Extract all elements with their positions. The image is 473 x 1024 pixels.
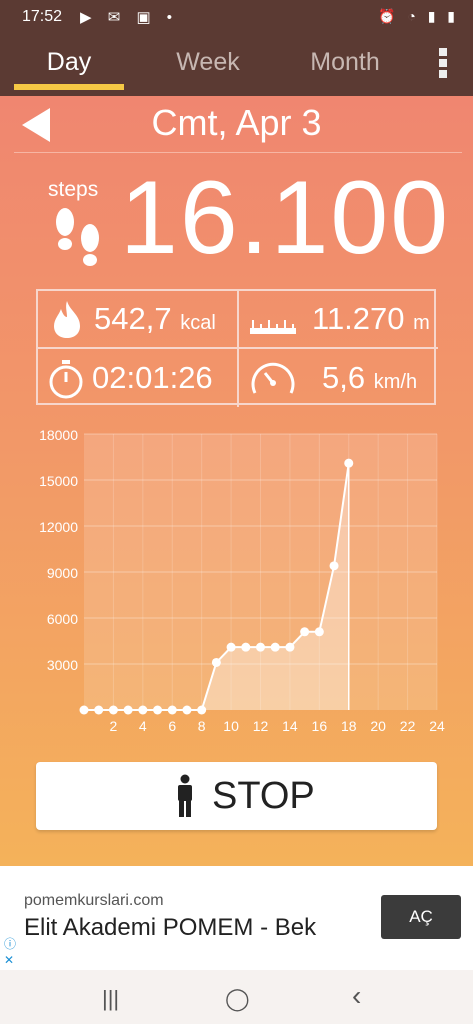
ad-open-button[interactable]: AÇ (381, 895, 461, 939)
x-tick-label: 8 (198, 718, 206, 734)
speed-unit: km/h (373, 371, 418, 393)
x-tick-label: 12 (253, 718, 269, 734)
calories-unit: kcal (180, 312, 216, 334)
distance-value: 11.270 (312, 301, 405, 336)
data-point (314, 627, 324, 637)
duration-value: 02:01:26 (92, 360, 213, 395)
status-bar: 17:52 ▶ ✉ ▣ • ⏰ ◔ ▮ ▮ (0, 0, 473, 36)
x-tick-label: 18 (341, 718, 357, 734)
overflow-menu-icon[interactable] (436, 48, 450, 82)
notification-icons: ▶ ✉ ▣ • (80, 9, 179, 26)
y-tick-label: 6000 (47, 611, 78, 627)
data-point (167, 705, 177, 715)
stopwatch-icon (49, 360, 83, 399)
data-point (270, 642, 280, 652)
data-point (211, 657, 221, 667)
data-point (256, 642, 265, 652)
steps-chart-svg: 3000600090001200015000180002 4 6 8 10 12 14 16 1… (39, 427, 445, 734)
data-point (344, 458, 354, 468)
y-tick-label: 9000 (47, 565, 78, 581)
ad-choices-icon[interactable]: ⓘ ✕ (4, 936, 16, 968)
x-tick-label: 2 (110, 718, 118, 734)
data-point (182, 705, 192, 715)
calories-stat: 542,7 kcal (94, 301, 216, 337)
ad-title[interactable]: Elit Akademi POMEM - Bek (24, 914, 316, 942)
flame-icon (54, 301, 80, 338)
x-tick-label: 20 (370, 718, 386, 734)
ad-domain: pomemkurslari.com (24, 892, 164, 909)
speed-stat: 5,6 km/h (322, 360, 417, 396)
system-icons: ⏰ ◔ ▮ ▮ (378, 8, 459, 24)
stop-button-label: STOP (212, 775, 315, 817)
data-point (285, 642, 295, 652)
data-point (197, 705, 207, 715)
tab-week[interactable]: Week (150, 36, 266, 96)
ruler-icon (250, 320, 296, 334)
x-tick-label: 24 (429, 718, 445, 734)
status-time: 17:52 (22, 8, 63, 25)
speed-value: 5,6 (322, 360, 366, 395)
footprints-icon (56, 208, 99, 266)
walking-person-icon (178, 774, 192, 817)
calories-value: 542,7 (94, 301, 172, 336)
distance-stat: 11.270 m (312, 301, 430, 337)
date-title: Cmt, Apr 3 (151, 102, 322, 143)
speedometer-icon (251, 362, 295, 394)
active-tab-indicator (14, 84, 124, 90)
data-point (300, 627, 310, 637)
data-point (79, 705, 89, 715)
main-panel: Cmt, Apr 3 steps 16.100 542,7 kcal 11.27… (0, 96, 473, 866)
y-tick-label: 12000 (39, 519, 78, 535)
y-tick-label: 15000 (39, 473, 78, 489)
x-tick-label: 10 (223, 718, 239, 734)
ad-banner[interactable]: pomemkurslari.com Elit Akademi POMEM - B… (0, 866, 473, 970)
x-tick-label: 22 (400, 718, 416, 734)
data-point (108, 705, 118, 715)
navigation-bar: ||| ◯ ‹ (0, 970, 473, 1024)
steps-chart: 3000 6000 9000 12000 15000 18000 2 4 6 8 10 12 14 16 1… (0, 426, 473, 746)
distance-unit: m (413, 312, 430, 334)
data-point (123, 705, 133, 715)
data-point (329, 561, 339, 571)
tab-bar: Day Week Month (0, 36, 473, 96)
y-tick-label: 3000 (47, 657, 78, 673)
x-tick-label: 14 (282, 718, 298, 734)
divider (14, 152, 462, 153)
data-point (138, 705, 148, 715)
home-icon[interactable]: ◯ (225, 986, 250, 1012)
data-point (241, 642, 251, 652)
data-point (94, 705, 104, 715)
tab-month[interactable]: Month (286, 36, 404, 96)
data-point (226, 642, 236, 652)
stop-button[interactable]: STOP (36, 762, 437, 830)
x-tick-label: 6 (168, 718, 176, 734)
y-tick-label: 18000 (39, 427, 78, 443)
steps-label: steps (48, 178, 99, 201)
steps-count: 16.100 (120, 160, 451, 276)
x-tick-label: 4 (139, 718, 147, 734)
data-point (153, 705, 163, 715)
recent-apps-icon[interactable]: ||| (102, 986, 119, 1012)
back-nav-icon[interactable]: ‹ (352, 980, 361, 1012)
x-tick-label: 16 (312, 718, 328, 734)
